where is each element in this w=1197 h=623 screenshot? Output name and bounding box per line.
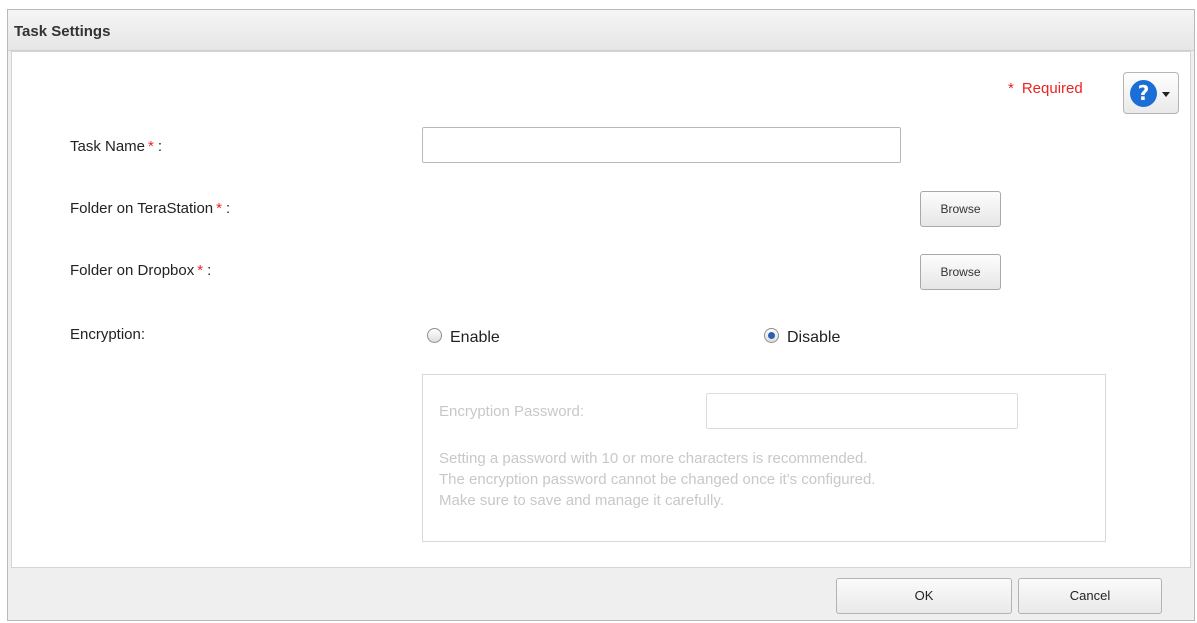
encryption-disable-option[interactable]: Disable bbox=[764, 328, 841, 347]
encryption-enable-option[interactable]: Enable bbox=[427, 328, 500, 347]
enable-radio[interactable] bbox=[427, 328, 442, 344]
encryption-password-label: Encryption Password: bbox=[439, 403, 585, 420]
enable-radio-label: Enable bbox=[450, 329, 500, 346]
folder-dropbox-label: Folder on Dropbox *: bbox=[70, 262, 211, 279]
folder-terastation-label: Folder on TeraStation *: bbox=[70, 200, 230, 217]
help-question-icon: ? bbox=[1130, 80, 1157, 107]
disable-radio-label: Disable bbox=[787, 329, 841, 346]
encryption-note-line: The encryption password cannot be change… bbox=[439, 471, 876, 488]
task-name-input[interactable] bbox=[422, 127, 901, 163]
task-name-label: Task Name *: bbox=[70, 138, 162, 155]
folder-dropbox-label-suffix: : bbox=[207, 262, 212, 279]
disable-radio[interactable] bbox=[764, 328, 779, 344]
folder-terastation-label-suffix: : bbox=[226, 200, 231, 217]
browse-terastation-button[interactable]: Browse bbox=[920, 191, 1001, 227]
dialog-title: Task Settings bbox=[14, 23, 111, 40]
browse-dropbox-button[interactable]: Browse bbox=[920, 254, 1001, 290]
help-dropdown-button[interactable]: ? bbox=[1123, 72, 1179, 114]
dialog-titlebar: Task Settings bbox=[8, 10, 1194, 51]
encryption-password-input[interactable] bbox=[706, 393, 1018, 429]
task-name-required-mark: * bbox=[148, 138, 154, 155]
encryption-password-note: Setting a password with 10 or more chara… bbox=[439, 448, 875, 511]
encryption-password-panel: Encryption Password: Setting a password … bbox=[422, 374, 1106, 542]
task-name-label-text: Task Name bbox=[70, 138, 146, 155]
ok-button[interactable]: OK bbox=[836, 578, 1012, 614]
encryption-note-line: Make sure to save and manage it carefull… bbox=[439, 492, 724, 509]
encryption-label: Encryption: bbox=[70, 326, 146, 343]
folder-dropbox-required-mark: * bbox=[197, 262, 204, 279]
folder-dropbox-label-text: Folder on Dropbox bbox=[70, 262, 195, 279]
encryption-note-line: Setting a password with 10 or more chara… bbox=[439, 450, 868, 467]
cancel-button[interactable]: Cancel bbox=[1018, 578, 1162, 614]
required-star: * bbox=[1008, 80, 1014, 97]
required-legend: * Required bbox=[1008, 80, 1083, 97]
folder-terastation-required-mark: * bbox=[216, 200, 222, 217]
task-name-label-suffix: : bbox=[157, 138, 163, 155]
folder-terastation-label-text: Folder on TeraStation bbox=[70, 200, 214, 217]
required-label: Required bbox=[1021, 80, 1083, 97]
caret-down-icon bbox=[1162, 92, 1170, 97]
